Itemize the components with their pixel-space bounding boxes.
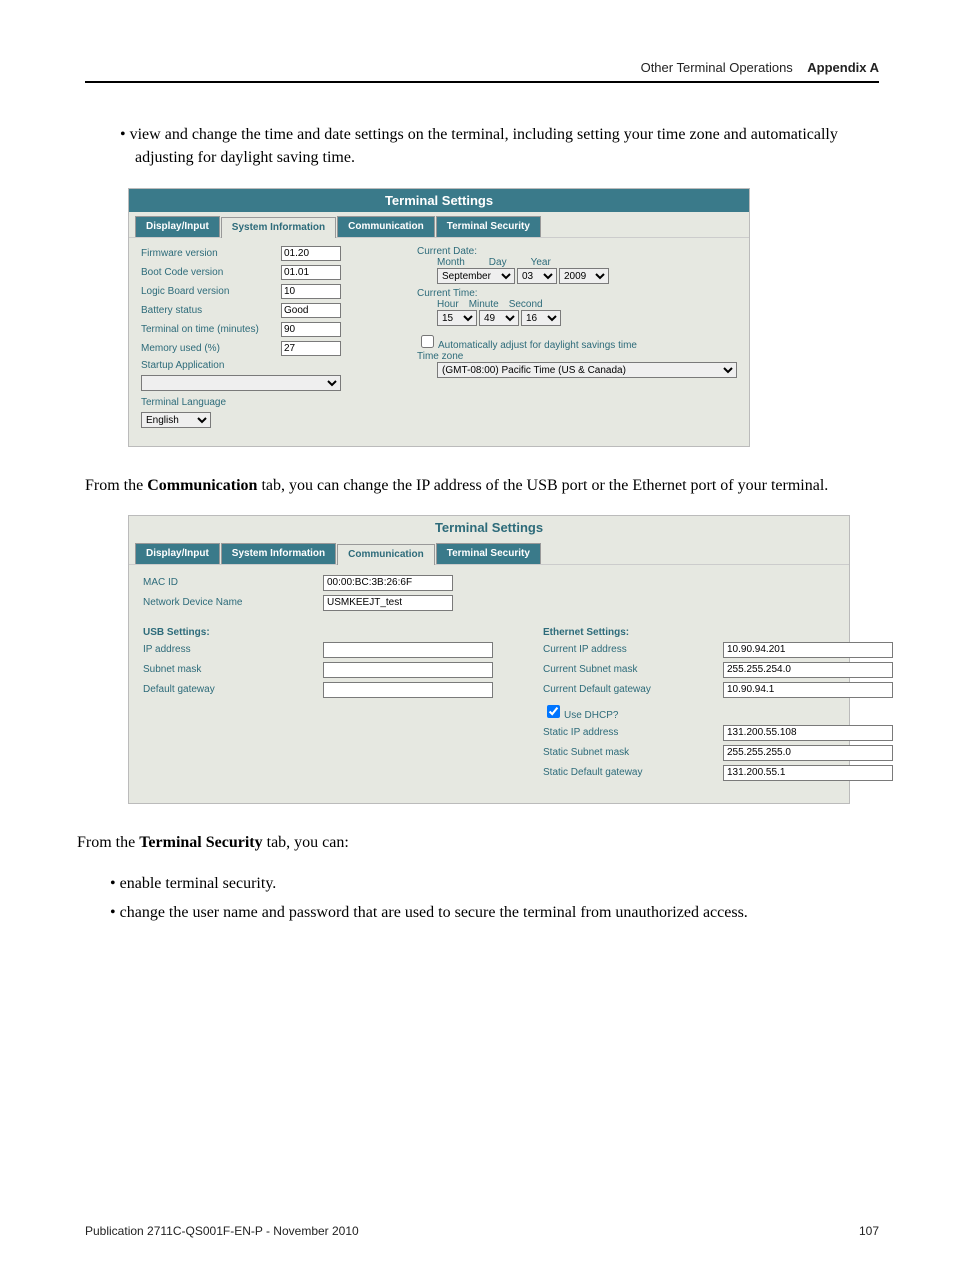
tab-communication[interactable]: Communication (337, 216, 435, 237)
timezone-select[interactable]: (GMT-08:00) Pacific Time (US & Canada) (437, 362, 737, 378)
usb-gateway-input[interactable] (323, 682, 493, 698)
footer-publication: Publication 2711C-QS001F-EN-P - November… (85, 1224, 359, 1238)
hour-select[interactable]: 15 (437, 310, 477, 326)
usb-subnet-input[interactable] (323, 662, 493, 678)
security-bullet-enable: enable terminal security. (85, 872, 879, 895)
usb-ip-input[interactable] (323, 642, 493, 658)
tab-communication[interactable]: Communication (337, 544, 435, 565)
tab-display-input[interactable]: Display/Input (135, 216, 220, 237)
eth-current-gateway-label: Current Default gateway (543, 684, 723, 695)
battery-status-value[interactable] (281, 303, 341, 318)
dhcp-label: Use DHCP? (564, 710, 618, 721)
eth-static-subnet-value[interactable] (723, 745, 893, 761)
tab-system-information[interactable]: System Information (221, 217, 336, 238)
eth-static-ip-value[interactable] (723, 725, 893, 741)
ethernet-settings-heading: Ethernet Settings: (543, 627, 893, 638)
usb-settings-heading: USB Settings: (143, 627, 503, 638)
terminal-settings-panel-communication: Terminal Settings Display/Input System I… (129, 516, 849, 803)
year-select[interactable]: 2009 (559, 268, 609, 284)
header-appendix: Appendix A (807, 60, 879, 75)
terminal-language-select[interactable]: English (141, 412, 211, 428)
eth-current-ip-value[interactable] (723, 642, 893, 658)
memory-used-label: Memory used (%) (141, 343, 281, 354)
boot-code-version-value[interactable] (281, 265, 341, 280)
network-device-name-label: Network Device Name (143, 597, 323, 608)
day-select[interactable]: 03 (517, 268, 557, 284)
battery-status-label: Battery status (141, 305, 281, 316)
day-label: Day (489, 257, 507, 268)
usb-subnet-label: Subnet mask (143, 664, 323, 675)
paragraph-terminal-security: From the Terminal Security tab, you can: (77, 831, 879, 854)
page-header: Other Terminal Operations Appendix A (85, 60, 879, 81)
eth-current-ip-label: Current IP address (543, 644, 723, 655)
eth-current-subnet-value[interactable] (723, 662, 893, 678)
eth-current-gateway-value[interactable] (723, 682, 893, 698)
dhcp-checkbox[interactable] (547, 705, 560, 718)
eth-static-subnet-label: Static Subnet mask (543, 747, 723, 758)
header-section: Other Terminal Operations (641, 60, 793, 75)
logic-board-version-label: Logic Board version (141, 286, 281, 297)
second-label: Second (509, 299, 543, 310)
current-date-label: Current Date: (417, 246, 737, 257)
terminal-on-time-label: Terminal on time (minutes) (141, 324, 281, 335)
dst-checkbox[interactable] (421, 335, 434, 348)
minute-label: Minute (469, 299, 499, 310)
tab-terminal-security[interactable]: Terminal Security (436, 216, 541, 237)
second-select[interactable]: 16 (521, 310, 561, 326)
eth-static-gateway-value[interactable] (723, 765, 893, 781)
tab-display-input[interactable]: Display/Input (135, 543, 220, 564)
mac-id-value[interactable] (323, 575, 453, 591)
footer-page-number: 107 (859, 1224, 879, 1238)
firmware-version-value[interactable] (281, 246, 341, 261)
hour-label: Hour (437, 299, 459, 310)
current-time-label: Current Time: (417, 288, 737, 299)
boot-code-version-label: Boot Code version (141, 267, 281, 278)
year-label: Year (531, 257, 551, 268)
network-device-name-value[interactable] (323, 595, 453, 611)
tabs: Display/Input System Information Communi… (129, 539, 849, 565)
paragraph-communication: From the Communication tab, you can chan… (85, 474, 879, 497)
tab-terminal-security[interactable]: Terminal Security (436, 543, 541, 564)
terminal-on-time-value[interactable] (281, 322, 341, 337)
month-label: Month (437, 257, 465, 268)
panel-title: Terminal Settings (129, 516, 849, 539)
dst-label: Automatically adjust for daylight saving… (438, 340, 637, 351)
intro-bullet: view and change the time and date settin… (95, 123, 879, 169)
security-bullet-credentials: change the user name and password that a… (85, 901, 879, 924)
header-rule (85, 81, 879, 83)
timezone-label: Time zone (417, 351, 737, 362)
startup-application-select[interactable] (141, 375, 341, 391)
terminal-language-label: Terminal Language (141, 397, 226, 408)
firmware-version-label: Firmware version (141, 248, 281, 259)
logic-board-version-value[interactable] (281, 284, 341, 299)
usb-ip-label: IP address (143, 644, 323, 655)
tabs: Display/Input System Information Communi… (129, 212, 749, 238)
month-select[interactable]: September (437, 268, 515, 284)
eth-static-ip-label: Static IP address (543, 727, 723, 738)
mac-id-label: MAC ID (143, 577, 323, 588)
startup-application-label: Startup Application (141, 360, 281, 371)
eth-static-gateway-label: Static Default gateway (543, 767, 723, 778)
terminal-settings-panel-sysinfo: Terminal Settings Display/Input System I… (129, 189, 749, 446)
panel-title: Terminal Settings (129, 189, 749, 212)
memory-used-value[interactable] (281, 341, 341, 356)
usb-gateway-label: Default gateway (143, 684, 323, 695)
eth-current-subnet-label: Current Subnet mask (543, 664, 723, 675)
tab-system-information[interactable]: System Information (221, 543, 336, 564)
minute-select[interactable]: 49 (479, 310, 519, 326)
